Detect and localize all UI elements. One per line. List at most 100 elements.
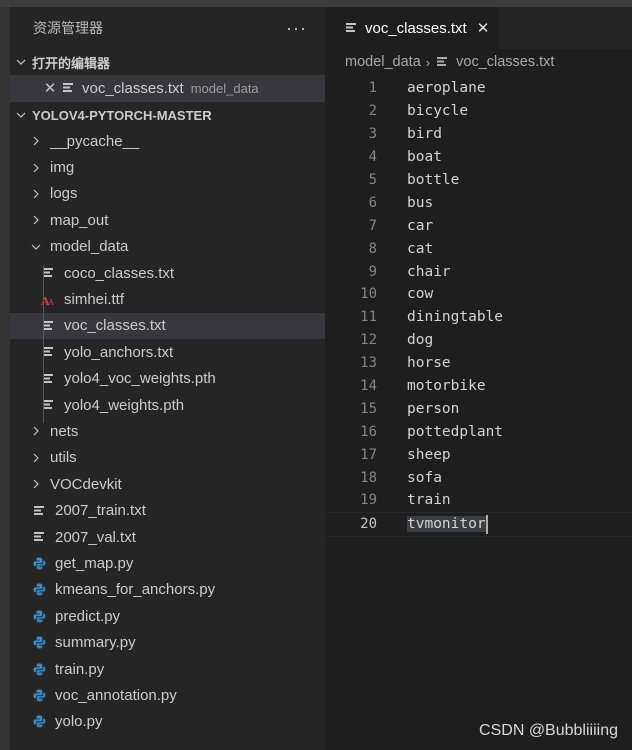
tree-file[interactable]: A Asimhei.ttf bbox=[10, 286, 325, 312]
tab-voc-classes[interactable]: voc_classes.txt ✕ bbox=[325, 7, 500, 49]
tree-file[interactable]: kmeans_for_anchors.py bbox=[10, 577, 325, 603]
python-file-icon bbox=[32, 663, 46, 675]
code-editor[interactable]: 1 aeroplane 2 bicycle 3 bird 4 boat 5 bottle 6 bus 7… bbox=[325, 77, 632, 537]
line-text: sofa bbox=[407, 469, 442, 486]
code-line[interactable]: 19 train bbox=[325, 489, 632, 512]
line-number: 10 bbox=[360, 286, 377, 303]
chevron-right-icon bbox=[26, 189, 46, 199]
code-line[interactable]: 6 bus bbox=[325, 191, 632, 214]
tree-folder[interactable]: map_out bbox=[10, 207, 325, 233]
code-line[interactable]: 15 person bbox=[325, 397, 632, 420]
line-text: train bbox=[407, 492, 451, 509]
code-line[interactable]: 14 motorbike bbox=[325, 375, 632, 398]
line-text: bird bbox=[407, 126, 442, 143]
line-number: 13 bbox=[360, 355, 377, 372]
python-file-icon bbox=[32, 715, 46, 728]
open-editors-header[interactable]: 打开的编辑器 bbox=[10, 49, 325, 75]
open-editor-name: voc_classes.txt bbox=[82, 79, 184, 97]
tree-file[interactable]: yolo4_weights.pth bbox=[10, 392, 325, 418]
tree-item-label: img bbox=[50, 159, 75, 177]
line-number: 12 bbox=[360, 332, 377, 349]
close-tab-icon[interactable]: ✕ bbox=[477, 19, 490, 37]
tree-folder[interactable]: img bbox=[10, 154, 325, 180]
explorer-header: 资源管理器 ··· bbox=[10, 7, 325, 49]
breadcrumb-separator-icon: › bbox=[425, 54, 431, 70]
tree-folder[interactable]: logs bbox=[10, 181, 325, 207]
code-line[interactable]: 8 cat bbox=[325, 237, 632, 260]
tree-folder[interactable]: VOCdevkit bbox=[10, 471, 325, 497]
line-number: 3 bbox=[368, 126, 377, 143]
tree-file[interactable]: predict.py bbox=[10, 603, 325, 629]
line-number: 18 bbox=[360, 469, 377, 486]
code-line[interactable]: 7 car bbox=[325, 214, 632, 237]
code-line[interactable]: 3 bird bbox=[325, 123, 632, 146]
breadcrumb-folder[interactable]: model_data bbox=[345, 54, 421, 70]
tree-item-label: predict.py bbox=[55, 607, 121, 625]
project-header[interactable]: YOLOV4-PYTORCH-MASTER bbox=[10, 101, 325, 128]
line-text: bottle bbox=[407, 172, 460, 188]
line-text: motorbike bbox=[407, 378, 486, 395]
code-line[interactable]: 2 bicycle bbox=[325, 100, 632, 123]
code-line[interactable]: 5 bottle bbox=[325, 169, 632, 192]
line-text: aeroplane bbox=[407, 80, 486, 97]
code-line[interactable]: 16 pottedplant bbox=[325, 420, 632, 443]
tree-folder[interactable]: utils bbox=[10, 445, 325, 471]
code-line[interactable]: 13 horse bbox=[325, 352, 632, 375]
code-line[interactable]: 4 boat bbox=[325, 146, 632, 169]
code-line[interactable]: 9 chair bbox=[325, 260, 632, 283]
tree-folder[interactable]: model_data bbox=[10, 234, 325, 260]
tree-file[interactable]: voc_annotation.py bbox=[10, 682, 325, 708]
tree-file[interactable]: voc_classes.txt bbox=[10, 312, 325, 340]
code-line[interactable]: 12 dog bbox=[325, 329, 632, 352]
line-text: bicycle bbox=[407, 103, 469, 120]
text-file-icon bbox=[436, 56, 448, 68]
line-text: cow bbox=[407, 286, 434, 303]
tree-file[interactable]: summary.py bbox=[10, 629, 325, 655]
close-icon[interactable]: ✕ bbox=[38, 79, 62, 97]
tree-item-label: voc_classes.txt bbox=[64, 317, 166, 335]
code-line[interactable]: 18 sofa bbox=[325, 466, 632, 489]
code-line[interactable]: 11 diningtable bbox=[325, 306, 632, 329]
chevron-right-icon bbox=[26, 453, 46, 463]
line-text: person bbox=[407, 400, 460, 417]
chevron-right-icon bbox=[26, 215, 46, 225]
tree-file[interactable]: train.py bbox=[10, 656, 325, 682]
tree-file[interactable]: coco_classes.txt bbox=[10, 260, 325, 286]
tree-file[interactable]: yolo4_voc_weights.pth bbox=[10, 366, 325, 392]
tree-file[interactable]: get_map.py bbox=[10, 550, 325, 576]
tree-folder[interactable]: nets bbox=[10, 418, 325, 444]
tree-item-label: model_data bbox=[50, 238, 129, 256]
code-line[interactable]: 20 tvmonitor bbox=[325, 511, 632, 537]
project-label: YOLOV4-PYTORCH-MASTER bbox=[32, 107, 212, 123]
breadcrumb-file[interactable]: voc_classes.txt bbox=[456, 54, 554, 70]
tree-item-label: summary.py bbox=[55, 634, 136, 652]
tree-item-label: get_map.py bbox=[55, 554, 134, 572]
explorer-sidebar: 资源管理器 ··· 打开的编辑器 ✕ voc_classes.txt model… bbox=[10, 7, 325, 750]
line-text: dog bbox=[407, 332, 434, 349]
breadcrumb: model_data › voc_classes.txt bbox=[325, 49, 632, 75]
tree-item-label: nets bbox=[50, 422, 79, 440]
svg-text:A: A bbox=[47, 298, 54, 306]
line-text: pottedplant bbox=[407, 423, 504, 440]
tree-file[interactable]: 2007_train.txt bbox=[10, 497, 325, 523]
code-line[interactable]: 10 cow bbox=[325, 283, 632, 306]
tree-file[interactable]: yolo_anchors.txt bbox=[10, 339, 325, 365]
tree-item-label: yolo_anchors.txt bbox=[64, 343, 174, 361]
line-number: 15 bbox=[360, 400, 377, 417]
code-line[interactable]: 1 aeroplane bbox=[325, 77, 632, 100]
open-editor-item[interactable]: ✕ voc_classes.txt model_data bbox=[10, 75, 325, 101]
line-number: 14 bbox=[360, 378, 377, 395]
tree-item-label: map_out bbox=[50, 211, 109, 229]
more-actions-icon[interactable]: ··· bbox=[286, 18, 307, 39]
tree-folder[interactable]: __pycache__ bbox=[10, 128, 325, 154]
tree-item-label: logs bbox=[50, 185, 78, 203]
tree-item-label: yolo4_weights.pth bbox=[64, 396, 185, 414]
line-text: sheep bbox=[407, 446, 451, 463]
chevron-down-icon bbox=[10, 110, 32, 120]
tree-file[interactable]: yolo.py bbox=[10, 709, 325, 735]
tree-item-label: kmeans_for_anchors.py bbox=[55, 581, 216, 599]
tree-file[interactable]: 2007_val.txt bbox=[10, 524, 325, 550]
code-line[interactable]: 17 sheep bbox=[325, 443, 632, 466]
indent-guide bbox=[43, 265, 44, 423]
line-text: boat bbox=[407, 149, 442, 166]
